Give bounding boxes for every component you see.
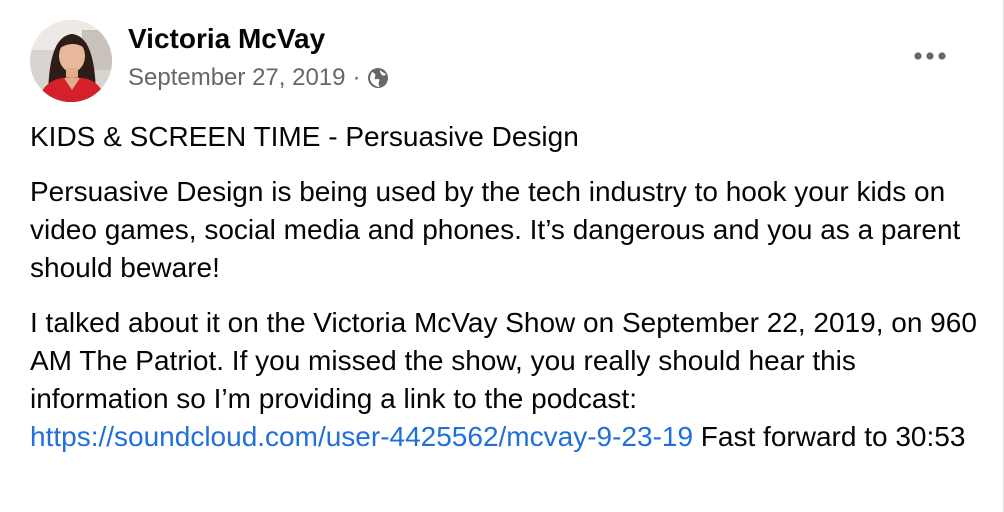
meta-separator: · [352,64,361,91]
avatar-photo [30,20,112,102]
paragraph-2-text: I talked about it on the Victoria McVay … [30,307,977,414]
post-meta: September 27, 2019 · [128,63,389,93]
globe-icon[interactable] [367,67,389,89]
more-options-icon [914,52,946,60]
post-paragraph-2: I talked about it on the Victoria McVay … [30,304,980,456]
facebook-post: Victoria McVay September 27, 2019 · KIDS… [0,0,1004,512]
post-date[interactable]: September 27, 2019 [128,63,346,93]
post-paragraph-1: Persuasive Design is being used by the t… [30,176,961,283]
author-name[interactable]: Victoria McVay [128,22,325,56]
avatar[interactable] [30,20,112,102]
paragraph-2-after-text: Fast forward to 30:53 [693,421,966,452]
more-options-button[interactable] [906,38,954,74]
post-body: KIDS & SCREEN TIME - Persuasive Design P… [30,118,980,473]
podcast-link[interactable]: https://soundcloud.com/user-4425562/mcva… [30,421,693,452]
post-title: KIDS & SCREEN TIME - Persuasive Design [30,121,579,152]
